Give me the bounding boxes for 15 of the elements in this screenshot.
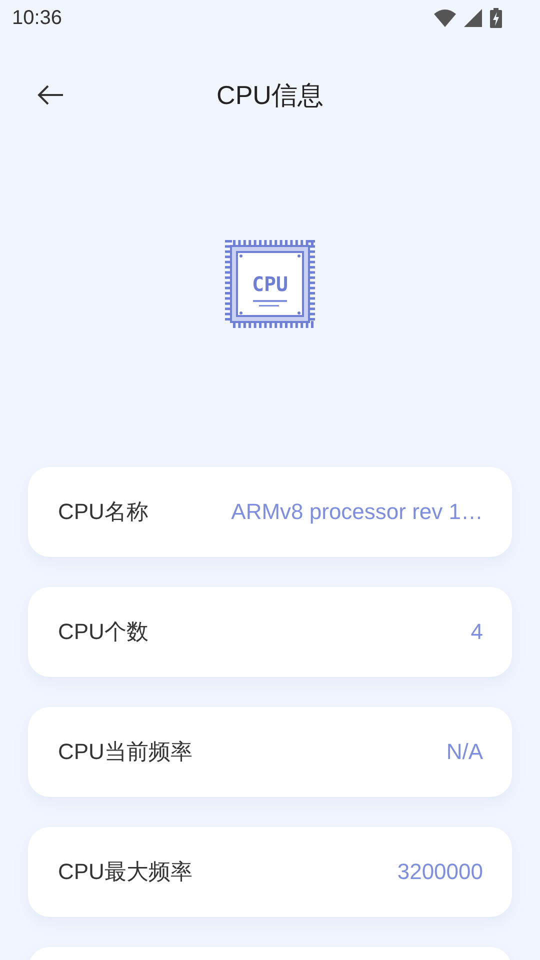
info-value: 3200000 bbox=[397, 859, 483, 885]
page-title: CPU信息 bbox=[216, 78, 324, 112]
info-value: 4 bbox=[470, 619, 483, 645]
info-label: CPU个数 bbox=[58, 618, 148, 646]
info-value: N/A bbox=[446, 739, 483, 765]
signal-icon bbox=[464, 9, 482, 27]
battery-icon bbox=[490, 8, 502, 28]
info-label: CPU最大频率 bbox=[58, 858, 192, 886]
info-value: ARMv8 processor rev 1… bbox=[231, 499, 483, 525]
status-time: 10:36 bbox=[12, 6, 62, 30]
chip-label: CPU bbox=[252, 272, 288, 296]
info-label: CPU名称 bbox=[58, 498, 148, 526]
back-arrow-icon bbox=[37, 85, 63, 105]
wifi-icon bbox=[434, 9, 456, 27]
info-label: CPU当前频率 bbox=[58, 738, 192, 766]
